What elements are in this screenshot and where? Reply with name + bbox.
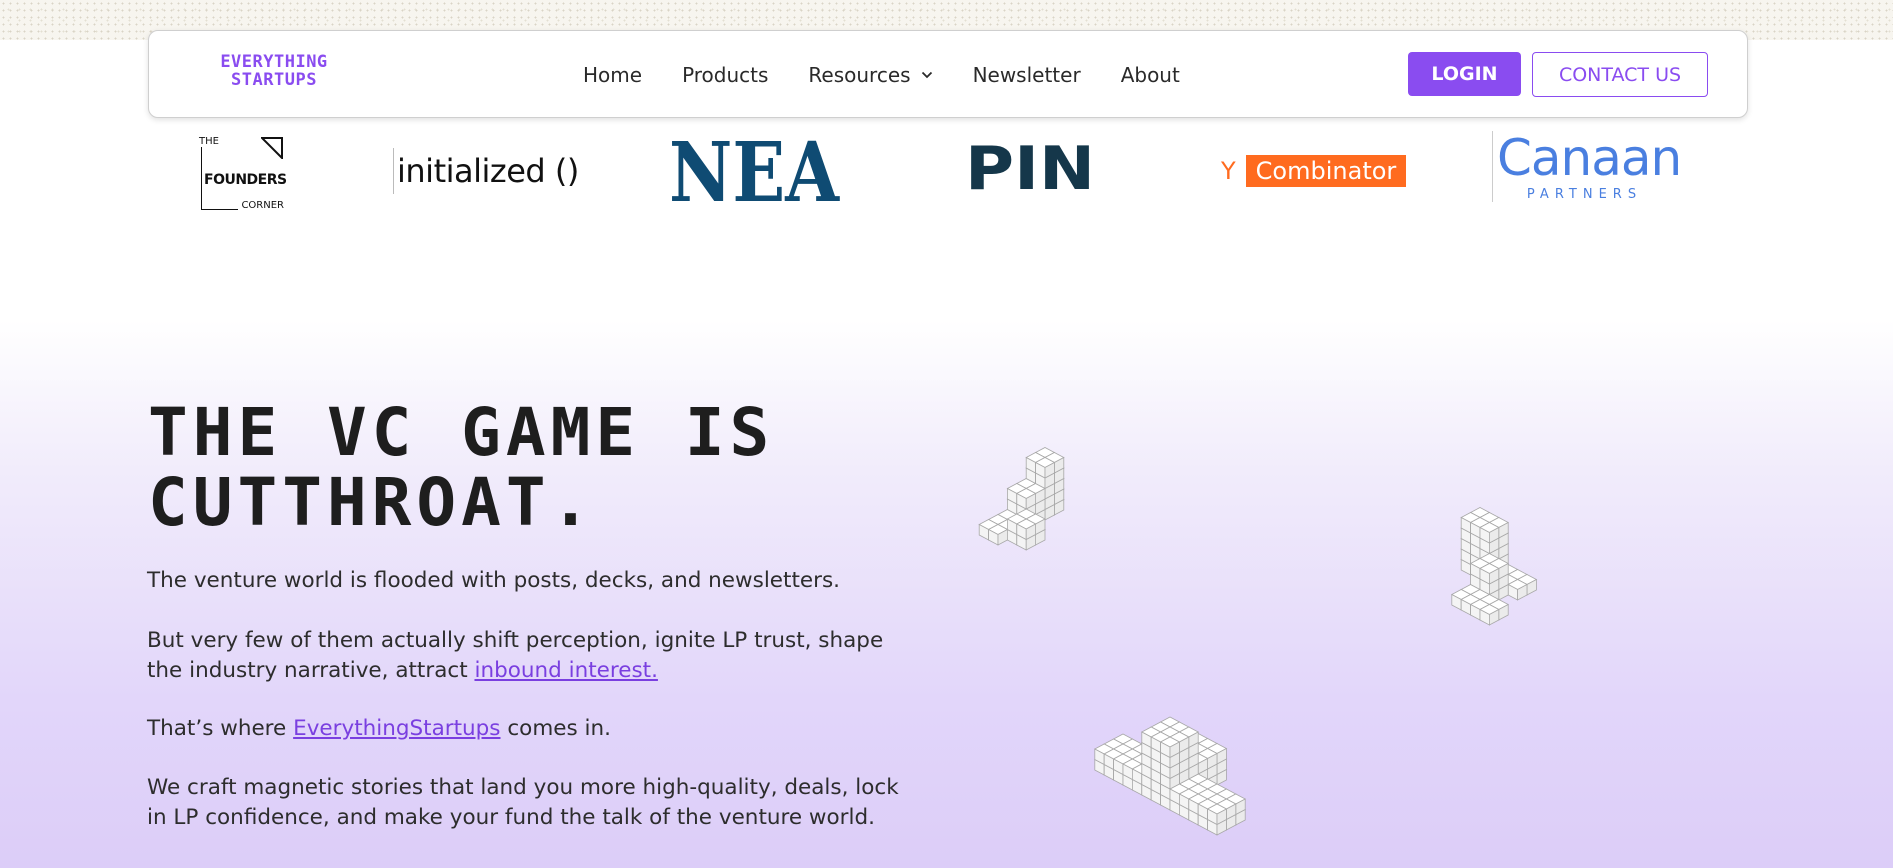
cube [1159, 736, 1181, 759]
cube [1206, 803, 1228, 826]
cube [1507, 579, 1528, 601]
cube [1479, 604, 1500, 626]
cube [1034, 457, 1056, 479]
isometric-cube-illustration [978, 447, 1538, 836]
cube [1015, 518, 1037, 541]
cube [1015, 488, 1037, 510]
cube [1479, 522, 1500, 544]
cube [1479, 563, 1500, 585]
cube [987, 524, 1009, 546]
cube-clusters [978, 447, 1538, 836]
